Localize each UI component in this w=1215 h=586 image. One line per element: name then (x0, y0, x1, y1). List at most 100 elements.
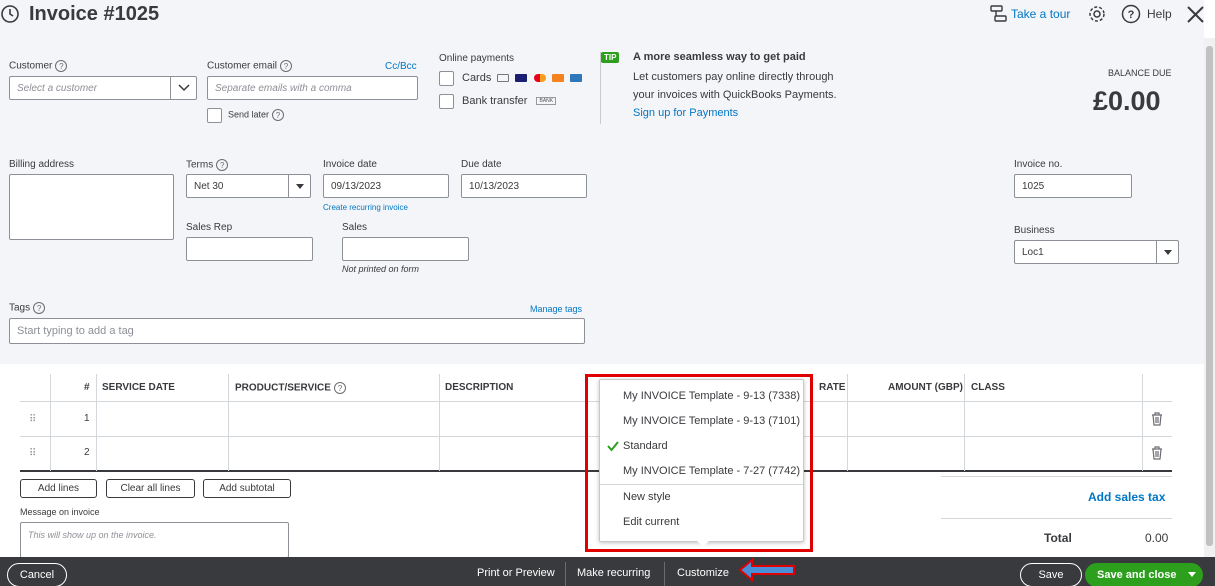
customer-email-input[interactable]: Separate emails with a comma (207, 76, 418, 100)
sign-up-payments-link[interactable]: Sign up for Payments (633, 107, 738, 119)
totals-divider (941, 476, 1172, 477)
save-button[interactable]: Save (1020, 563, 1082, 586)
invoice-date-input[interactable]: 09/13/2023 (323, 174, 449, 198)
arrow-annotation-icon (738, 557, 796, 583)
help-icon[interactable]: ? (1121, 4, 1141, 24)
invoice-no-input[interactable]: 1025 (1014, 174, 1132, 198)
sales-label: Sales (342, 222, 368, 233)
sales-rep-input[interactable] (186, 237, 313, 261)
terms-select[interactable]: Net 30 (186, 174, 311, 198)
col-header-service-date[interactable]: SERVICE DATE (102, 382, 175, 393)
drag-handle-icon[interactable]: ⠿ (29, 414, 36, 425)
total-label: Total (1044, 531, 1072, 545)
business-select[interactable]: Loc1 (1014, 240, 1179, 264)
add-sales-tax-link[interactable]: Add sales tax (1088, 490, 1165, 504)
take-tour-link[interactable]: Take a tour (1011, 7, 1070, 21)
save-and-close-button[interactable]: Save and close (1085, 563, 1203, 586)
table-col-divider (228, 374, 229, 471)
business-label: Business (1014, 225, 1055, 236)
mastercard-logo-icon (533, 74, 546, 83)
col-header-amount[interactable]: AMOUNT (GBP) (888, 382, 963, 393)
due-date-value: 10/13/2023 (469, 180, 520, 192)
clear-lines-button[interactable]: Clear all lines (106, 479, 195, 498)
bank-transfer-label: Bank transfer BANK (462, 95, 557, 107)
ccbcc-link[interactable]: Cc/Bcc (385, 61, 417, 72)
add-lines-button[interactable]: Add lines (20, 479, 97, 498)
manage-tags-link[interactable]: Manage tags (530, 304, 582, 314)
product-help-icon[interactable]: ? (333, 382, 346, 394)
help-link[interactable]: Help (1147, 7, 1172, 21)
customer-select[interactable]: Select a customer (9, 76, 197, 100)
bank-transfer-text: Bank transfer (462, 95, 528, 107)
amex-logo-icon (569, 74, 582, 83)
print-preview-link[interactable]: Print or Preview (477, 567, 555, 579)
invoice-date-value: 09/13/2023 (331, 180, 382, 192)
terms-help-icon[interactable]: ? (216, 159, 229, 171)
send-later-text: Send later (228, 109, 270, 120)
tour-icon[interactable] (990, 5, 1007, 23)
applepay-logo-icon (497, 74, 510, 83)
tip-badge: TIP (601, 52, 620, 63)
drag-handle-icon[interactable]: ⠿ (29, 448, 36, 459)
footer-divider (664, 562, 665, 586)
scrollbar[interactable] (1204, 38, 1215, 558)
trash-icon[interactable] (1151, 412, 1163, 426)
message-label: Message on invoice (20, 507, 100, 517)
add-subtotal-button[interactable]: Add subtotal (203, 479, 291, 498)
col-header-class[interactable]: CLASS (971, 382, 1005, 393)
tip-title: A more seamless way to get paid (633, 51, 806, 63)
bank-logo: BANK (536, 97, 557, 106)
tags-input[interactable]: Start typing to add a tag (9, 318, 585, 344)
tags-placeholder: Start typing to add a tag (17, 325, 134, 337)
business-dropdown-icon[interactable] (1156, 241, 1178, 263)
cards-label: Cards (462, 72, 582, 84)
billing-address-label: Billing address (9, 159, 75, 170)
tags-label: Tags? (9, 302, 46, 314)
sales-rep-label: Sales Rep (186, 222, 233, 233)
table-col-divider (964, 374, 965, 471)
table-col-divider (50, 374, 51, 471)
row-number: 2 (84, 447, 90, 458)
customer-help-icon[interactable]: ? (55, 60, 68, 72)
discover-logo-icon (551, 74, 564, 83)
table-col-divider (1142, 374, 1143, 471)
send-later-checkbox[interactable] (207, 108, 222, 123)
customize-link[interactable]: Customize (677, 567, 729, 579)
invoice-date-label: Invoice date (323, 159, 377, 170)
gear-icon[interactable] (1087, 4, 1107, 24)
scrollbar-thumb[interactable] (1206, 46, 1213, 546)
trash-icon[interactable] (1151, 446, 1163, 460)
email-placeholder: Separate emails with a comma (215, 82, 352, 94)
row-number: 1 (84, 413, 90, 424)
create-recurring-link[interactable]: Create recurring invoice (323, 203, 408, 212)
cancel-button[interactable]: Cancel (7, 563, 67, 586)
col-header-rate[interactable]: RATE (819, 382, 845, 393)
close-icon[interactable] (1186, 5, 1205, 24)
table-col-divider (439, 374, 440, 471)
email-help-icon[interactable]: ? (280, 60, 293, 72)
terms-dropdown-icon[interactable] (288, 175, 310, 197)
business-value: Loc1 (1022, 246, 1044, 258)
due-date-input[interactable]: 10/13/2023 (461, 174, 587, 198)
sales-input[interactable] (342, 237, 469, 261)
make-recurring-link[interactable]: Make recurring (577, 567, 650, 579)
tags-help-icon[interactable]: ? (33, 302, 46, 314)
history-icon[interactable] (0, 4, 20, 24)
online-payments-label: Online payments (439, 53, 515, 64)
send-later-label: Send later? (228, 109, 285, 121)
message-input[interactable]: This will show up on the invoice. (20, 522, 289, 558)
invoice-no-label: Invoice no. (1014, 159, 1063, 170)
tip-line-1: Let customers pay online directly throug… (633, 71, 834, 83)
bank-transfer-checkbox[interactable] (439, 94, 454, 109)
chevron-down-icon[interactable] (170, 77, 196, 99)
send-later-help-icon[interactable]: ? (272, 109, 285, 121)
svg-text:?: ? (1128, 9, 1135, 21)
chevron-down-icon[interactable] (1188, 572, 1196, 578)
cards-checkbox[interactable] (439, 71, 454, 86)
col-header-product-text: PRODUCT/SERVICE (235, 382, 331, 394)
col-header-product[interactable]: PRODUCT/SERVICE? (235, 382, 346, 394)
terms-label-text: Terms (186, 159, 214, 171)
col-header-description[interactable]: DESCRIPTION (445, 382, 513, 393)
billing-address-input[interactable] (9, 174, 174, 240)
highlight-box (585, 374, 813, 552)
